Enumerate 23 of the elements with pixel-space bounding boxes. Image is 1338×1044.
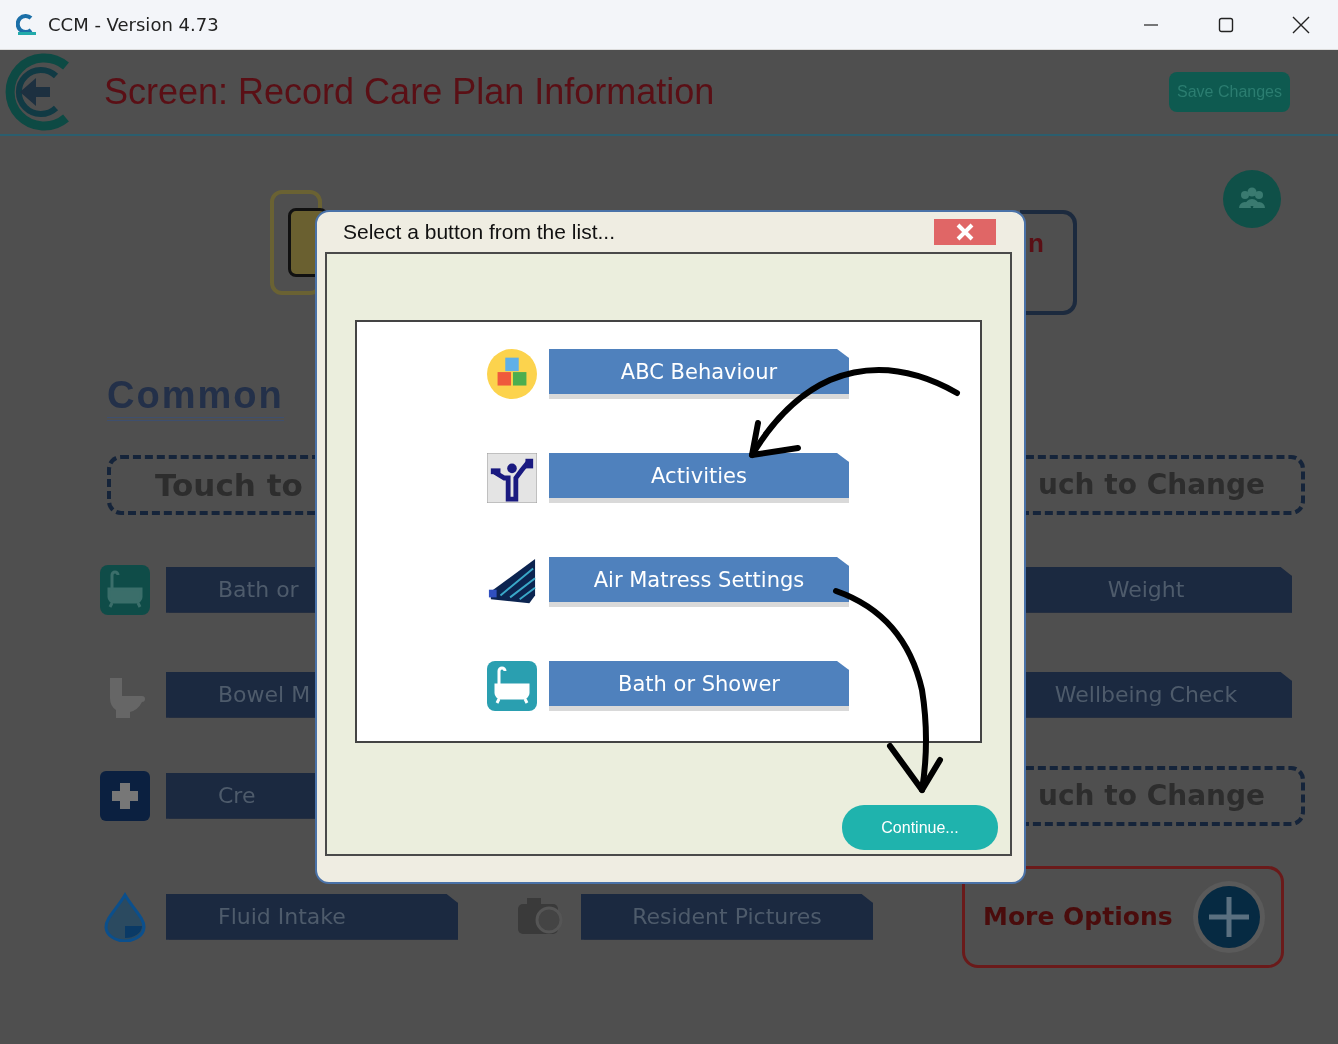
plus-circle-icon — [1191, 878, 1267, 955]
more-options-label: More Options — [983, 902, 1173, 932]
dialog-title: Select a button from the list... — [343, 220, 615, 244]
option-button[interactable]: Bath or Shower — [549, 661, 849, 711]
plus-icon — [100, 770, 150, 821]
close-button[interactable] — [934, 219, 996, 245]
bath-icon — [487, 661, 537, 711]
continue-button[interactable]: Continue... — [842, 805, 998, 850]
group-icon[interactable] — [1223, 170, 1281, 228]
weightlifter-icon — [487, 453, 537, 503]
card-text: n — [1028, 228, 1044, 258]
option-button[interactable]: ABC Behaviour — [549, 349, 849, 399]
minimize-icon — [1142, 23, 1159, 26]
maximize-icon — [1217, 16, 1234, 33]
window-title: CCM - Version 4.73 — [48, 14, 219, 35]
abc-blocks-icon — [487, 349, 537, 399]
close-icon — [955, 223, 975, 241]
app-logo-icon — [16, 13, 38, 36]
screen-title: Screen: Record Care Plan Information — [104, 71, 715, 113]
option-button[interactable]: Activities — [549, 453, 849, 503]
close-icon — [1291, 15, 1310, 34]
option-button[interactable]: Air Matress Settings — [549, 557, 849, 607]
bath-icon — [100, 564, 150, 615]
